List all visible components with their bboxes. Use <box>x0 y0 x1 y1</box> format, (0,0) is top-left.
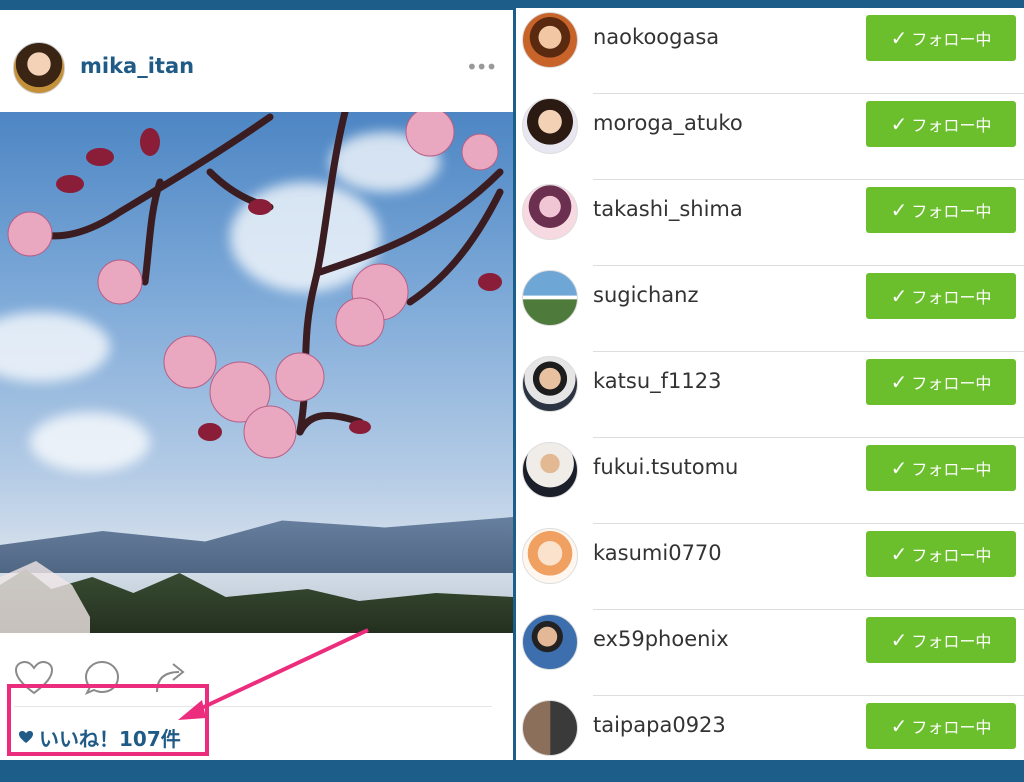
avatar[interactable] <box>522 528 578 584</box>
username[interactable]: sugichanz <box>593 283 698 307</box>
list-item: naokoogasa ✓ フォロー中 <box>516 8 1024 94</box>
bottom-bar <box>0 760 1024 768</box>
list-item: fukui.tsutomu ✓ フォロー中 <box>516 438 1024 524</box>
avatar[interactable] <box>522 442 578 498</box>
check-icon: ✓ <box>890 198 908 222</box>
username[interactable]: naokoogasa <box>593 25 719 49</box>
post-panel: mika_itan ••• <box>0 10 513 760</box>
avatar[interactable] <box>522 12 578 68</box>
avatar[interactable] <box>522 270 578 326</box>
check-icon: ✓ <box>890 370 908 394</box>
username[interactable]: kasumi0770 <box>593 541 722 565</box>
avatar[interactable] <box>522 700 578 756</box>
following-button[interactable]: ✓ フォロー中 <box>866 359 1016 405</box>
avatar[interactable] <box>522 184 578 240</box>
avatar[interactable] <box>13 42 65 94</box>
avatar[interactable] <box>522 98 578 154</box>
following-button[interactable]: ✓ フォロー中 <box>866 445 1016 491</box>
list-item: moroga_atuko ✓ フォロー中 <box>516 94 1024 180</box>
avatar[interactable] <box>522 614 578 670</box>
list-item: katsu_f1123 ✓ フォロー中 <box>516 352 1024 438</box>
check-icon: ✓ <box>890 628 908 652</box>
list-item: sugichanz ✓ フォロー中 <box>516 266 1024 352</box>
list-item: ex59phoenix ✓ フォロー中 <box>516 610 1024 696</box>
username[interactable]: fukui.tsutomu <box>593 455 738 479</box>
check-icon: ✓ <box>890 112 908 136</box>
post-photo[interactable] <box>0 112 513 633</box>
following-button[interactable]: ✓ フォロー中 <box>866 617 1016 663</box>
heart-filled-icon <box>19 731 33 743</box>
following-button[interactable]: ✓ フォロー中 <box>866 187 1016 233</box>
check-icon: ✓ <box>890 456 908 480</box>
post-username[interactable]: mika_itan <box>80 54 194 78</box>
username[interactable]: takashi_shima <box>593 197 743 221</box>
likes-highlight-box: いいね！107件 <box>7 684 209 756</box>
more-icon[interactable]: ••• <box>466 55 497 79</box>
check-icon: ✓ <box>890 714 908 738</box>
following-button[interactable]: ✓ フォロー中 <box>866 703 1016 749</box>
following-button[interactable]: ✓ フォロー中 <box>866 15 1016 61</box>
list-item: kasumi0770 ✓ フォロー中 <box>516 524 1024 610</box>
check-icon: ✓ <box>890 284 908 308</box>
following-button[interactable]: ✓ フォロー中 <box>866 273 1016 319</box>
list-item: takashi_shima ✓ フォロー中 <box>516 180 1024 266</box>
list-item: taipapa0923 ✓ フォロー中 <box>516 696 1024 782</box>
check-icon: ✓ <box>890 26 908 50</box>
following-list: naokoogasa ✓ フォロー中 moroga_atuko ✓ フォロー中 ta… <box>516 8 1024 760</box>
following-button[interactable]: ✓ フォロー中 <box>866 531 1016 577</box>
avatar[interactable] <box>522 356 578 412</box>
username[interactable]: ex59phoenix <box>593 627 729 651</box>
likes-count[interactable]: いいね！107件 <box>39 723 181 752</box>
post-header: mika_itan ••• <box>0 10 513 112</box>
username[interactable]: moroga_atuko <box>593 111 743 135</box>
username[interactable]: katsu_f1123 <box>593 369 721 393</box>
username[interactable]: taipapa0923 <box>593 713 726 737</box>
check-icon: ✓ <box>890 542 908 566</box>
following-button[interactable]: ✓ フォロー中 <box>866 101 1016 147</box>
